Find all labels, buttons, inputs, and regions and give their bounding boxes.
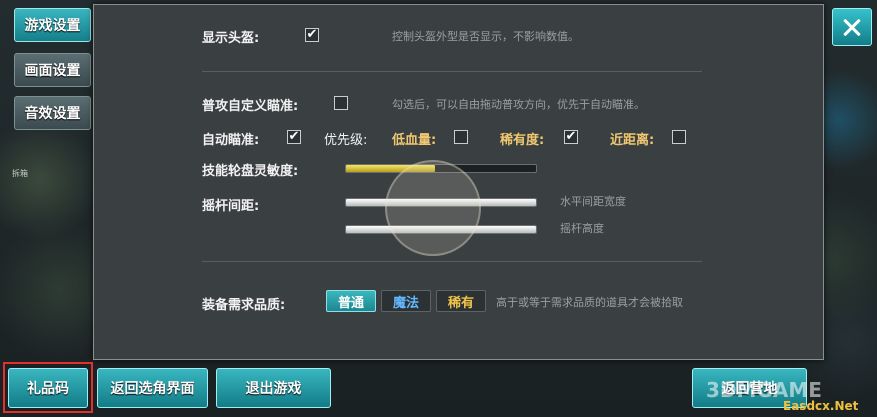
wheel-sensitivity-label: 技能轮盘灵敏度: xyxy=(202,164,299,179)
divider xyxy=(202,261,702,262)
priority-rarity-label: 稀有度: xyxy=(500,133,545,148)
joystick-horizontal-hint: 水平间距宽度 xyxy=(560,195,626,208)
joystick-spacing-label: 摇杆间距: xyxy=(202,199,260,214)
quality-magic-button[interactable]: 魔法 xyxy=(381,290,431,312)
watermark-logo-icon xyxy=(385,160,481,256)
exit-game-button[interactable]: 退出游戏 xyxy=(216,368,331,408)
back-to-character-select-button[interactable]: 返回选角界面 xyxy=(97,368,208,408)
tab-graphics-settings[interactable]: 画面设置 xyxy=(14,53,91,87)
show-helmet-label: 显示头盔: xyxy=(202,31,260,46)
priority-rarity-checkbox[interactable]: ✔ xyxy=(564,130,578,144)
show-helmet-checkbox[interactable]: ✔ xyxy=(305,28,319,42)
priority-low-hp-checkbox[interactable] xyxy=(454,130,468,144)
tab-audio-settings[interactable]: 音效设置 xyxy=(14,96,91,130)
custom-aim-hint: 勾选后，可以自由拖动普攻方向，优先于自动瞄准。 xyxy=(392,98,645,111)
priority-distance-label: 近距离: xyxy=(610,133,655,148)
quality-rare-button[interactable]: 稀有 xyxy=(436,290,486,312)
auto-aim-label: 自动瞄准: xyxy=(202,133,260,148)
custom-aim-label: 普攻自定义瞄准: xyxy=(202,99,299,114)
priority-distance-checkbox[interactable] xyxy=(672,130,686,144)
divider xyxy=(202,71,702,72)
background-label: 拆箱 xyxy=(12,169,28,178)
watermark-subtext: Easdcx.Net xyxy=(783,399,859,413)
tab-game-settings[interactable]: 游戏设置 xyxy=(14,8,91,42)
auto-aim-checkbox[interactable]: ✔ xyxy=(287,130,301,144)
quality-common-button[interactable]: 普通 xyxy=(326,290,376,312)
joystick-height-hint: 摇杆高度 xyxy=(560,222,604,235)
equipment-quality-hint: 高于或等于需求品质的道具才会被拾取 xyxy=(496,296,683,309)
priority-low-hp-label: 低血量: xyxy=(392,133,437,148)
show-helmet-hint: 控制头盔外型是否显示，不影响数值。 xyxy=(392,30,579,43)
priority-label: 优先级: xyxy=(324,133,368,148)
close-button[interactable] xyxy=(832,8,872,46)
equipment-quality-label: 装备需求品质: xyxy=(202,298,286,313)
highlight-box xyxy=(3,362,93,413)
custom-aim-checkbox[interactable] xyxy=(334,96,348,110)
